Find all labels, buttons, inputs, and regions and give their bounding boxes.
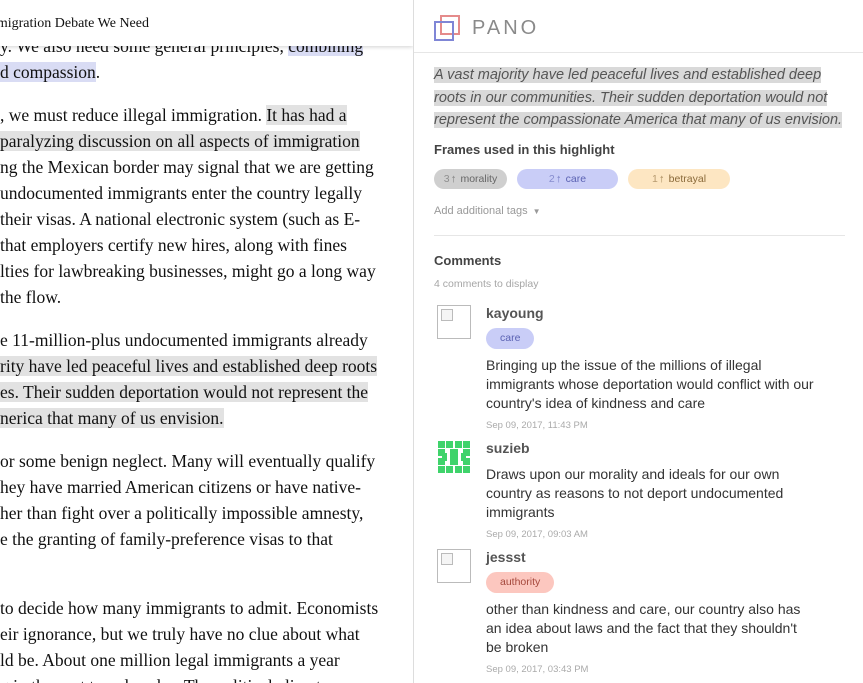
comment-username[interactable]: jessst — [486, 549, 526, 565]
article-text: the flow. — [0, 287, 62, 307]
frame-count: 2 — [548, 173, 555, 185]
article-line: her than fight over a politically imposs… — [0, 502, 363, 524]
comment-timestamp: Sep 09, 2017, 11:43 PM — [486, 420, 588, 431]
frame-label: betrayal — [668, 173, 707, 185]
comment-tag[interactable]: authority — [486, 572, 555, 593]
avatar — [437, 305, 471, 339]
comments-title: Comments — [434, 253, 502, 268]
frames-title: Frames used in this highlight — [434, 142, 615, 157]
highlighted-text[interactable]: nerica that many of us envision. — [0, 408, 224, 428]
highlight-quote: A vast majority have led peaceful lives … — [434, 64, 852, 132]
highlighted-text[interactable]: paralyzing discussion on all aspects of … — [0, 131, 360, 151]
article-line: d compassion. — [0, 61, 100, 83]
logo-text: PANO — [472, 16, 540, 39]
article-line: , we must reduce illegal immigration. It… — [0, 104, 347, 126]
highlighted-text[interactable]: It has had a — [266, 105, 347, 125]
upvote-arrow-icon[interactable]: 🠕 — [557, 169, 561, 189]
frame-count: 3 — [443, 173, 450, 185]
frame-chip-betrayal[interactable]: 1 🠕 betrayal — [628, 169, 730, 189]
highlighted-text[interactable]: d compassion — [0, 62, 96, 82]
comment-tag[interactable]: care — [486, 328, 535, 349]
upvote-arrow-icon[interactable]: 🠕 — [660, 169, 664, 189]
article-text: lties for lawbreaking businesses, might … — [0, 261, 376, 281]
article-line: ld be. About one million legal immigrant… — [0, 649, 340, 671]
article-line: or some benign neglect. Many will eventu… — [0, 450, 375, 472]
frame-chip-care[interactable]: 2 🠕 care — [517, 169, 618, 189]
header-divider — [414, 52, 863, 53]
comments-count: 4 comments to display — [434, 278, 539, 290]
article-line: ng the Mexican border may signal that we… — [0, 156, 374, 178]
avatar-identicon — [437, 440, 471, 474]
frame-chip-morality[interactable]: 3 🠕 morality — [434, 169, 507, 189]
comment-text: Draws upon our morality and ideals for o… — [486, 466, 784, 520]
frame-label: care — [565, 173, 587, 185]
article-text: . — [95, 62, 101, 82]
identicon-graphic — [438, 441, 470, 473]
article-line: nerica that many of us envision. — [0, 407, 224, 429]
caret-down-icon: ▼ — [532, 207, 541, 216]
comment-timestamp: Sep 09, 2017, 09:03 AM — [486, 529, 588, 540]
article-line: g in the past two decades. The political… — [0, 675, 329, 683]
article-line: undocumented immigrants enter the countr… — [0, 182, 362, 204]
annotation-sidebar: PANO A vast majority have led peaceful l… — [413, 0, 863, 683]
article-line: hey have married American citizens or ha… — [0, 476, 361, 498]
frames-list: 3 🠕 morality 2 🠕 care 1 🠕 betrayal — [434, 169, 740, 189]
article-text: e the granting of family-preference visa… — [0, 529, 333, 549]
article-text: that employers certify new hires, along … — [0, 235, 347, 255]
article-text: , we must reduce illegal immigration. — [0, 105, 267, 125]
article-text: hey have married American citizens or ha… — [0, 477, 362, 497]
article-line: e 11-million-plus undocumented immigrant… — [0, 329, 368, 351]
pano-logo[interactable]: PANO — [434, 14, 539, 42]
article-text: her than fight over a politically imposs… — [0, 503, 364, 523]
article-line: to decide how many immigrants to admit. … — [0, 597, 378, 619]
article-line: e the granting of family-preference visa… — [0, 528, 333, 550]
highlighted-text[interactable]: es. Their sudden deportation would not r… — [0, 382, 369, 402]
section-divider — [434, 235, 845, 236]
article-line: the flow. — [0, 286, 61, 308]
article-text: ld be. About one million legal immigrant… — [0, 650, 340, 670]
article-title: The Immigration Debate We Need — [0, 16, 149, 31]
identicon-blocks — [438, 441, 470, 473]
article-text: eir ignorance, but we truly have no clue… — [0, 624, 360, 644]
article-line: eir ignorance, but we truly have no clue… — [0, 623, 360, 645]
article-pane: The Immigration Debate We Need y. We als… — [0, 0, 413, 683]
add-tags-label: Add additional tags — [434, 205, 528, 217]
article-line: that employers certify new hires, along … — [0, 234, 347, 256]
article-line: rity have led peaceful lives and establi… — [0, 355, 378, 377]
highlight-quote-text: A vast majority have led peaceful lives … — [434, 67, 843, 128]
article-text: or some benign neglect. Many will eventu… — [0, 451, 376, 471]
article-header: The Immigration Debate We Need — [0, 0, 413, 46]
frame-label: morality — [460, 173, 498, 185]
frame-count: 1 — [651, 173, 658, 185]
article-line: their visas. A national electronic syste… — [0, 208, 360, 230]
highlighted-text[interactable]: rity have led peaceful lives and establi… — [0, 356, 378, 376]
article-text: e 11-million-plus undocumented immigrant… — [0, 330, 368, 350]
comment-text: Bringing up the issue of the millions of… — [486, 357, 814, 411]
comment-username[interactable]: suzieb — [486, 440, 530, 456]
comment-timestamp: Sep 09, 2017, 03:43 PM — [486, 664, 589, 675]
avatar — [437, 549, 471, 583]
article-text: their visas. A national electronic syste… — [0, 209, 361, 229]
add-tags-dropdown[interactable]: Add additional tags ▼ — [434, 205, 541, 217]
upvote-arrow-icon[interactable]: 🠕 — [452, 169, 456, 189]
article-line: paralyzing discussion on all aspects of … — [0, 130, 360, 152]
article-text: g in the past two decades. The political… — [0, 676, 329, 683]
article-text: to decide how many immigrants to admit. … — [0, 598, 379, 618]
article-text: undocumented immigrants enter the countr… — [0, 183, 363, 203]
logo-square-front — [434, 21, 454, 41]
pano-logo-icon — [434, 15, 460, 41]
article-line: es. Their sudden deportation would not r… — [0, 381, 369, 403]
article-line: lties for lawbreaking businesses, might … — [0, 260, 376, 282]
logo-square-back — [440, 15, 460, 35]
comment-text: other than kindness and care, our countr… — [486, 601, 801, 655]
article-text: ng the Mexican border may signal that we… — [0, 157, 374, 177]
comment-username[interactable]: kayoung — [486, 305, 544, 321]
